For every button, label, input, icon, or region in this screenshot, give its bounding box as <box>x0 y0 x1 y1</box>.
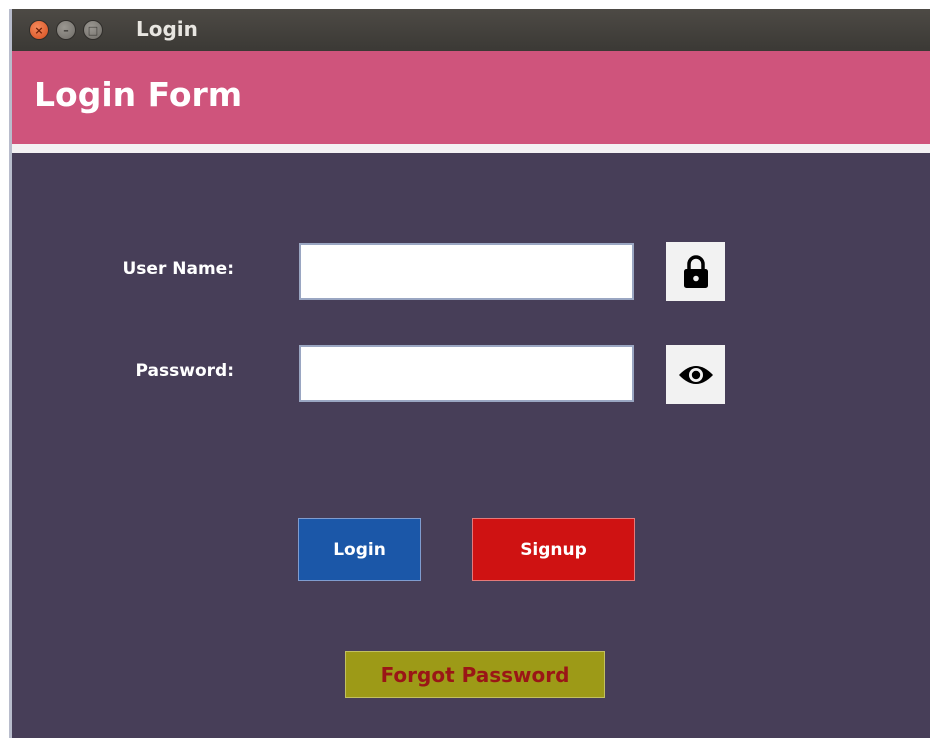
window-maximize-button[interactable]: □ <box>83 20 103 40</box>
show-password-button[interactable] <box>666 345 725 404</box>
password-label: Password: <box>135 361 234 381</box>
login-window: × – □ Login Login Form User Name: Passwo… <box>9 9 930 738</box>
page-title: Login Form <box>34 75 243 114</box>
eye-icon <box>678 365 713 384</box>
window-close-button[interactable]: × <box>29 20 49 40</box>
signup-button[interactable]: Signup <box>472 518 635 581</box>
lock-icon <box>683 254 708 288</box>
window-title: Login <box>136 17 198 41</box>
window-minimize-button[interactable]: – <box>56 20 76 40</box>
login-button[interactable]: Login <box>298 518 421 581</box>
header-divider <box>12 144 930 153</box>
password-input[interactable] <box>299 345 634 402</box>
maximize-icon: □ <box>87 23 99 37</box>
header-banner: Login Form <box>12 51 930 144</box>
close-icon: × <box>34 23 44 37</box>
title-bar[interactable]: × – □ Login <box>12 9 930 51</box>
username-input[interactable] <box>299 243 634 300</box>
minimize-icon: – <box>63 23 69 37</box>
lock-button[interactable] <box>666 242 725 301</box>
username-label: User Name: <box>122 259 235 279</box>
forgot-password-button[interactable]: Forgot Password <box>345 651 605 698</box>
